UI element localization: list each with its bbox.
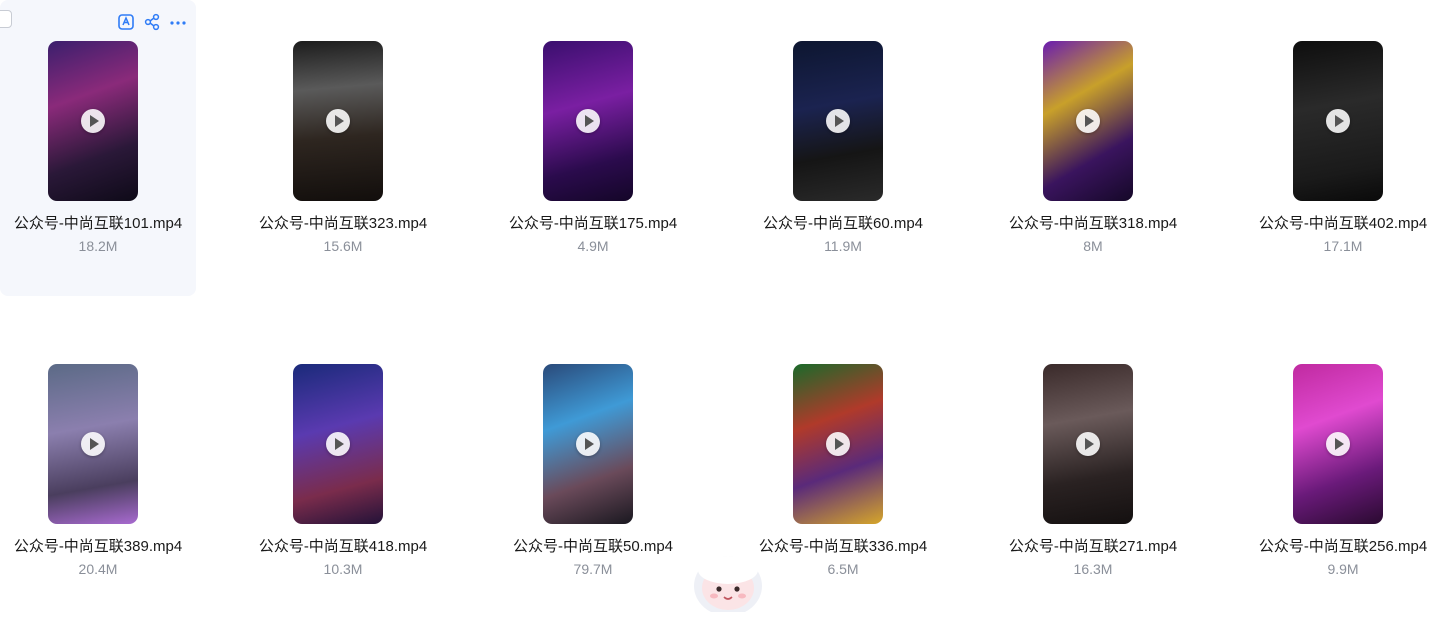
file-card[interactable]: 公众号-中尚互联271.mp4 16.3M [995,323,1191,619]
file-size: 18.2M [78,238,118,254]
video-thumbnail[interactable] [1043,41,1133,201]
share-icon[interactable] [142,12,162,32]
assistant-mascot-icon[interactable] [686,548,770,616]
file-name: 公众号-中尚互联402.mp4 [1258,215,1428,232]
save-to-drive-icon[interactable] [116,12,136,32]
play-icon [826,432,850,456]
file-name: 公众号-中尚互联418.mp4 [258,538,428,555]
play-icon [826,109,850,133]
file-size: 17.1M [1323,238,1363,254]
card-toolbar [116,12,188,32]
play-icon [81,109,105,133]
file-card[interactable]: 公众号-中尚互联60.mp4 11.9M [745,0,941,296]
file-card[interactable]: 公众号-中尚互联318.mp4 8M [995,0,1191,296]
file-name: 公众号-中尚互联256.mp4 [1258,538,1428,555]
play-icon [576,109,600,133]
file-name: 公众号-中尚互联50.mp4 [512,538,674,555]
file-size: 79.7M [573,561,613,577]
file-size: 20.4M [78,561,118,577]
video-thumbnail[interactable] [543,364,633,524]
video-thumbnail[interactable] [293,41,383,201]
video-thumbnail[interactable] [793,364,883,524]
play-icon [1076,432,1100,456]
play-icon [576,432,600,456]
file-name: 公众号-中尚互联336.mp4 [758,538,928,555]
more-icon[interactable] [168,12,188,32]
file-card[interactable]: 公众号-中尚互联101.mp4 18.2M [0,0,196,296]
file-size: 6.5M [827,561,859,577]
file-size: 4.9M [577,238,609,254]
file-card[interactable]: 公众号-中尚互联389.mp4 20.4M [0,323,196,619]
file-size: 8M [1083,238,1103,254]
file-card[interactable]: 公众号-中尚互联175.mp4 4.9M [495,0,691,296]
file-card[interactable]: 公众号-中尚互联418.mp4 10.3M [245,323,441,619]
play-icon [81,432,105,456]
file-grid: 公众号-中尚互联101.mp4 18.2M 公众号-中尚互联323.mp4 15.6M… [0,0,1443,612]
play-icon [1326,432,1350,456]
file-card[interactable]: 公众号-中尚互联323.mp4 15.6M [245,0,441,296]
file-card[interactable]: 公众号-中尚互联336.mp4 6.5M [745,323,941,619]
video-thumbnail[interactable] [543,41,633,201]
file-name: 公众号-中尚互联389.mp4 [13,538,183,555]
video-thumbnail[interactable] [293,364,383,524]
file-card[interactable]: 公众号-中尚互联256.mp4 9.9M [1245,323,1441,619]
video-thumbnail[interactable] [48,41,138,201]
file-card[interactable]: 公众号-中尚互联50.mp4 79.7M [495,323,691,619]
video-thumbnail[interactable] [793,41,883,201]
file-name: 公众号-中尚互联175.mp4 [508,215,678,232]
file-name: 公众号-中尚互联318.mp4 [1008,215,1178,232]
file-size: 15.6M [323,238,363,254]
file-size: 11.9M [824,238,862,254]
file-card[interactable]: 公众号-中尚互联402.mp4 17.1M [1245,0,1441,296]
play-icon [326,432,350,456]
play-icon [326,109,350,133]
file-size: 16.3M [1073,561,1113,577]
file-name: 公众号-中尚互联60.mp4 [762,215,924,232]
play-icon [1076,109,1100,133]
file-size: 9.9M [1327,561,1359,577]
video-thumbnail[interactable] [1293,364,1383,524]
video-thumbnail[interactable] [48,364,138,524]
play-icon [1326,109,1350,133]
video-thumbnail[interactable] [1293,41,1383,201]
file-size: 10.3M [323,561,363,577]
file-name: 公众号-中尚互联101.mp4 [13,215,183,232]
select-checkbox[interactable] [0,10,12,28]
file-name: 公众号-中尚互联271.mp4 [1008,538,1178,555]
file-name: 公众号-中尚互联323.mp4 [258,215,428,232]
video-thumbnail[interactable] [1043,364,1133,524]
